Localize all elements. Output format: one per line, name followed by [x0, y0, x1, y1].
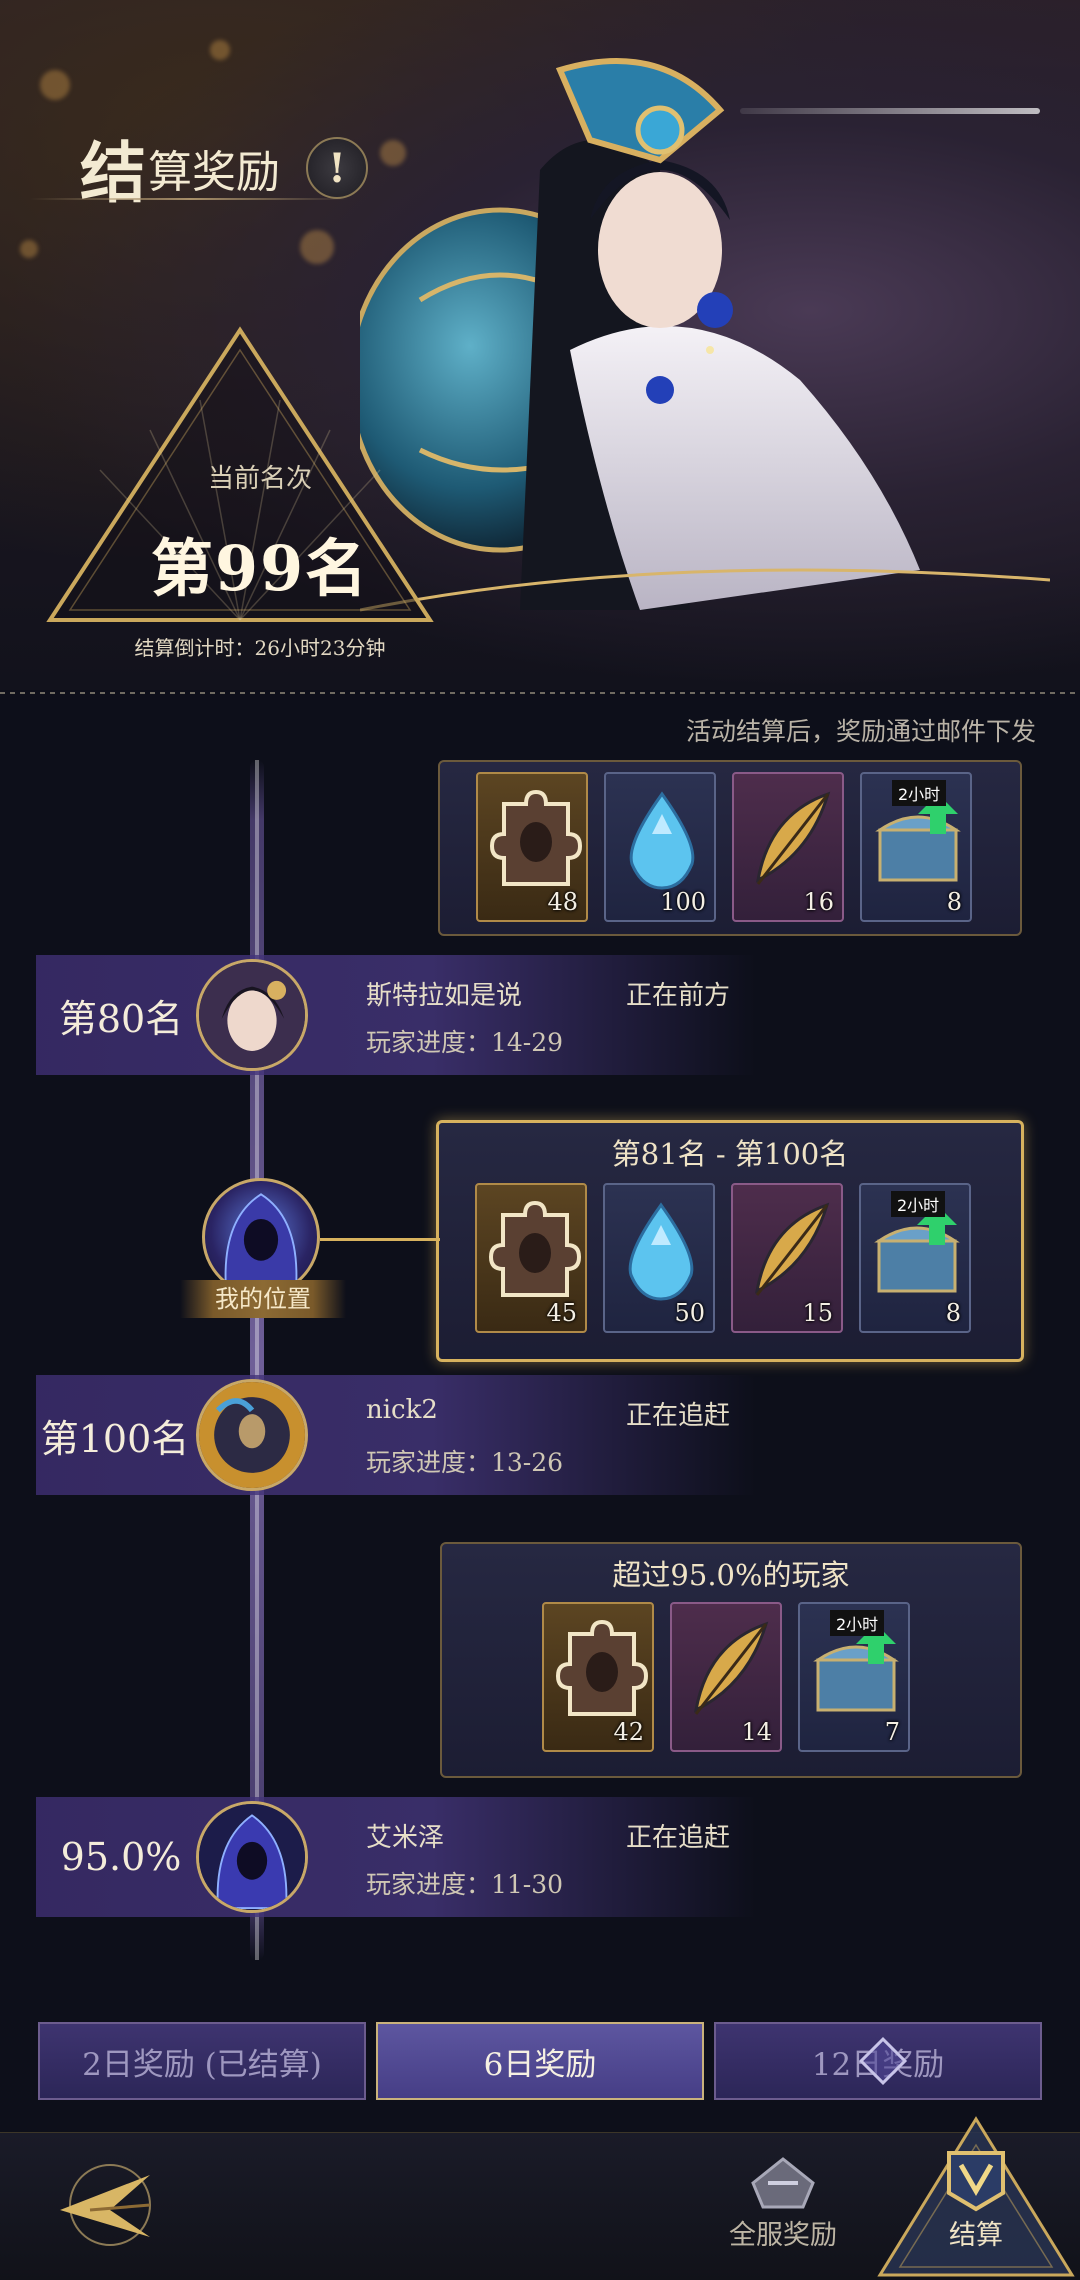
- hooded-figure-icon: [224, 1193, 298, 1289]
- blue-gem-icon: [629, 791, 695, 890]
- item-count: 8: [945, 1299, 961, 1327]
- tab-day-2[interactable]: 2日奖励 (已结算): [38, 2022, 366, 2100]
- item-count: 14: [741, 1718, 772, 1746]
- golden-feather-icon: [693, 1621, 769, 1715]
- page-title: 结 算奖励 !: [80, 120, 368, 216]
- reward-item[interactable]: 2小时 8: [859, 1183, 971, 1333]
- tier-title: 超过95.0%的玩家: [612, 1558, 850, 1592]
- golden-feather-icon: [754, 1202, 830, 1296]
- item-count: 100: [660, 888, 706, 916]
- avatar: [196, 1801, 308, 1913]
- duration-tag: 2小时: [830, 1610, 885, 1636]
- puzzle-portrait-icon: [489, 789, 583, 886]
- duration-tag: 2小时: [891, 1191, 946, 1217]
- item-count: 8: [946, 888, 962, 916]
- my-position-connector: [320, 1238, 440, 1241]
- player-rank: 95.0%: [60, 1835, 182, 1879]
- tab-day-12[interactable]: 12日奖励: [714, 2022, 1042, 2100]
- golden-feather-icon: [755, 791, 831, 885]
- settlement-countdown: 结算倒计时：26小时23分钟: [134, 636, 386, 660]
- player-progress: 玩家进度：11-30: [366, 1870, 564, 1899]
- reward-item[interactable]: 2小时 7: [798, 1602, 910, 1752]
- reward-item[interactable]: 45: [475, 1183, 587, 1333]
- tier-title: 第81名 - 第100名: [611, 1137, 849, 1171]
- back-arrow-icon[interactable]: [50, 2155, 160, 2255]
- current-rank: 第99名: [150, 532, 370, 605]
- reward-tier-card: 超过95.0%的玩家 42 14 2小时 7: [440, 1542, 1022, 1778]
- my-avatar[interactable]: [202, 1178, 320, 1296]
- item-count: 7: [884, 1718, 900, 1746]
- puzzle-portrait-icon: [555, 1619, 649, 1716]
- player-row[interactable]: 第80名 斯特拉如是说 正在前方 玩家进度：14-29: [36, 955, 756, 1075]
- reward-items: 48 100 16 2小时 8: [476, 772, 972, 922]
- player-progress: 玩家进度：14-29: [366, 1028, 564, 1057]
- bottom-nav: 全服奖励 结算: [0, 2116, 1080, 2280]
- puzzle-portrait-icon: [488, 1200, 582, 1297]
- nav-label: 结算: [949, 2220, 1003, 2251]
- title-underline: [30, 198, 350, 200]
- reward-day-tabs: 2日奖励 (已结算) 6日奖励 12日奖励: [38, 2022, 1042, 2102]
- reward-item[interactable]: 42: [542, 1602, 654, 1752]
- player-rank: 第100名: [40, 1416, 190, 1461]
- item-count: 50: [674, 1299, 705, 1327]
- rank-label: 当前名次: [207, 464, 312, 494]
- tab-label: 2日奖励 (已结算): [82, 2046, 322, 2083]
- title-rest: 算奖励: [148, 147, 280, 198]
- bokeh-light: [210, 40, 230, 60]
- hero-banner: 结 算奖励 ! 当前名次 第99名 结算倒计时：26小时23分钟: [0, 0, 1080, 690]
- avatar: [196, 1379, 308, 1491]
- reward-item[interactable]: 14: [670, 1602, 782, 1752]
- player-progress: 玩家进度：13-26: [366, 1448, 564, 1477]
- tab-label: 6日奖励: [483, 2046, 597, 2083]
- player-row[interactable]: 95.0% 艾米泽 正在追赶 玩家进度：11-30: [36, 1797, 756, 1917]
- item-count: 15: [802, 1299, 833, 1327]
- bokeh-light: [20, 240, 38, 258]
- item-count: 45: [546, 1299, 577, 1327]
- mail-notice: 活动结算后，奖励通过邮件下发: [685, 717, 1036, 746]
- my-position-label: 我的位置: [180, 1280, 346, 1318]
- reward-item[interactable]: 48: [476, 772, 588, 922]
- player-name: 斯特拉如是说: [366, 981, 523, 1011]
- avatar: [196, 959, 308, 1071]
- reward-item[interactable]: 100: [604, 772, 716, 922]
- title-first-char: 结: [80, 134, 146, 212]
- player-name: 艾米泽: [366, 1823, 445, 1853]
- reward-item[interactable]: 16: [732, 772, 844, 922]
- player-row[interactable]: 第100名 nick2 正在追赶 玩家进度：13-26: [36, 1375, 756, 1495]
- duration-tag: 2小时: [892, 780, 947, 806]
- reward-items: 45 50 15 2小时 8: [475, 1183, 971, 1333]
- reward-items: 42 14 2小时 7: [542, 1602, 910, 1752]
- dotted-divider: [0, 692, 1080, 694]
- reward-item[interactable]: 15: [731, 1183, 843, 1333]
- reward-tier-card: 48 100 16 2小时 8: [438, 760, 1022, 936]
- server-rewards-icon: [751, 2157, 815, 2209]
- blue-gem-icon: [628, 1202, 694, 1301]
- nav-settlement[interactable]: 结算: [916, 2147, 1036, 2252]
- nav-label: 全服奖励: [729, 2220, 837, 2251]
- ranking-timeline: [250, 760, 264, 1960]
- bokeh-light: [40, 70, 70, 100]
- nav-server-rewards[interactable]: 全服奖励: [718, 2153, 848, 2252]
- bokeh-light: [300, 230, 334, 264]
- player-status: 正在前方: [626, 981, 731, 1011]
- player-rank: 第80名: [58, 996, 184, 1041]
- player-name: nick2: [366, 1395, 438, 1425]
- reward-item[interactable]: 50: [603, 1183, 715, 1333]
- info-icon[interactable]: !: [306, 137, 368, 199]
- player-status: 正在追赶: [626, 1823, 731, 1853]
- player-status: 正在追赶: [626, 1401, 731, 1431]
- my-reward-tier-card: 第81名 - 第100名 45 50 15 2小时 8: [436, 1120, 1024, 1362]
- reward-item[interactable]: 2小时 8: [860, 772, 972, 922]
- settlement-emblem-icon: [947, 2151, 1005, 2212]
- tab-day-6[interactable]: 6日奖励: [376, 2022, 704, 2100]
- item-count: 42: [613, 1718, 644, 1746]
- item-count: 16: [803, 888, 834, 916]
- item-count: 48: [547, 888, 578, 916]
